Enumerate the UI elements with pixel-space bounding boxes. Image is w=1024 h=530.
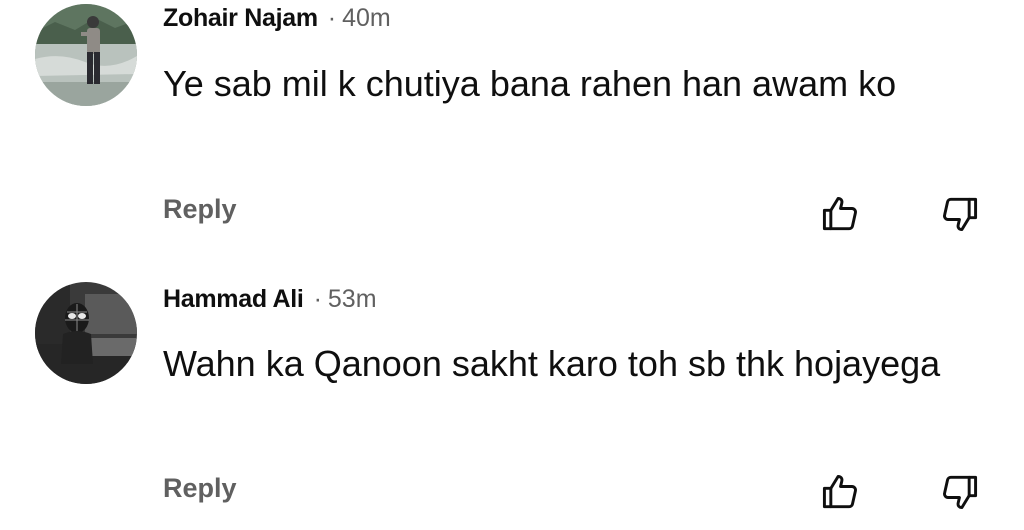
thumbs-up-icon	[818, 470, 862, 514]
thumbs-down-icon	[938, 192, 982, 236]
dislike-button[interactable]	[938, 470, 982, 514]
comment-timestamp: 40m	[342, 4, 391, 32]
comment-header: Zohair Najam · 40m	[163, 4, 391, 33]
comment-author[interactable]: Hammad Ali	[163, 285, 304, 313]
comment-header: Hammad Ali · 53m	[163, 285, 377, 314]
avatar[interactable]	[35, 4, 137, 106]
avatar[interactable]	[35, 282, 137, 384]
separator-dot: ·	[327, 4, 337, 32]
thumbs-up-icon	[818, 192, 862, 236]
comment-item: Zohair Najam · 40m Ye sab mil k chutiya ba…	[0, 0, 1024, 260]
comment-author[interactable]: Zohair Najam	[163, 4, 318, 32]
dislike-button[interactable]	[938, 192, 982, 236]
separator-dot: ·	[313, 285, 322, 313]
comment-text: Ye sab mil k chutiya bana rahen han awam…	[163, 63, 897, 104]
thumbs-down-icon	[938, 470, 982, 514]
comment-item: Hammad Ali · 53m Wahn ka Qanoon sakht karo…	[0, 270, 1024, 530]
like-button[interactable]	[818, 192, 862, 236]
comment-text: Wahn ka Qanoon sakht karo toh sb thk hoj…	[163, 343, 941, 384]
reply-button[interactable]: Reply	[163, 473, 237, 504]
like-button[interactable]	[818, 470, 862, 514]
reply-button[interactable]: Reply	[163, 194, 237, 225]
comment-timestamp: 53m	[327, 285, 377, 313]
